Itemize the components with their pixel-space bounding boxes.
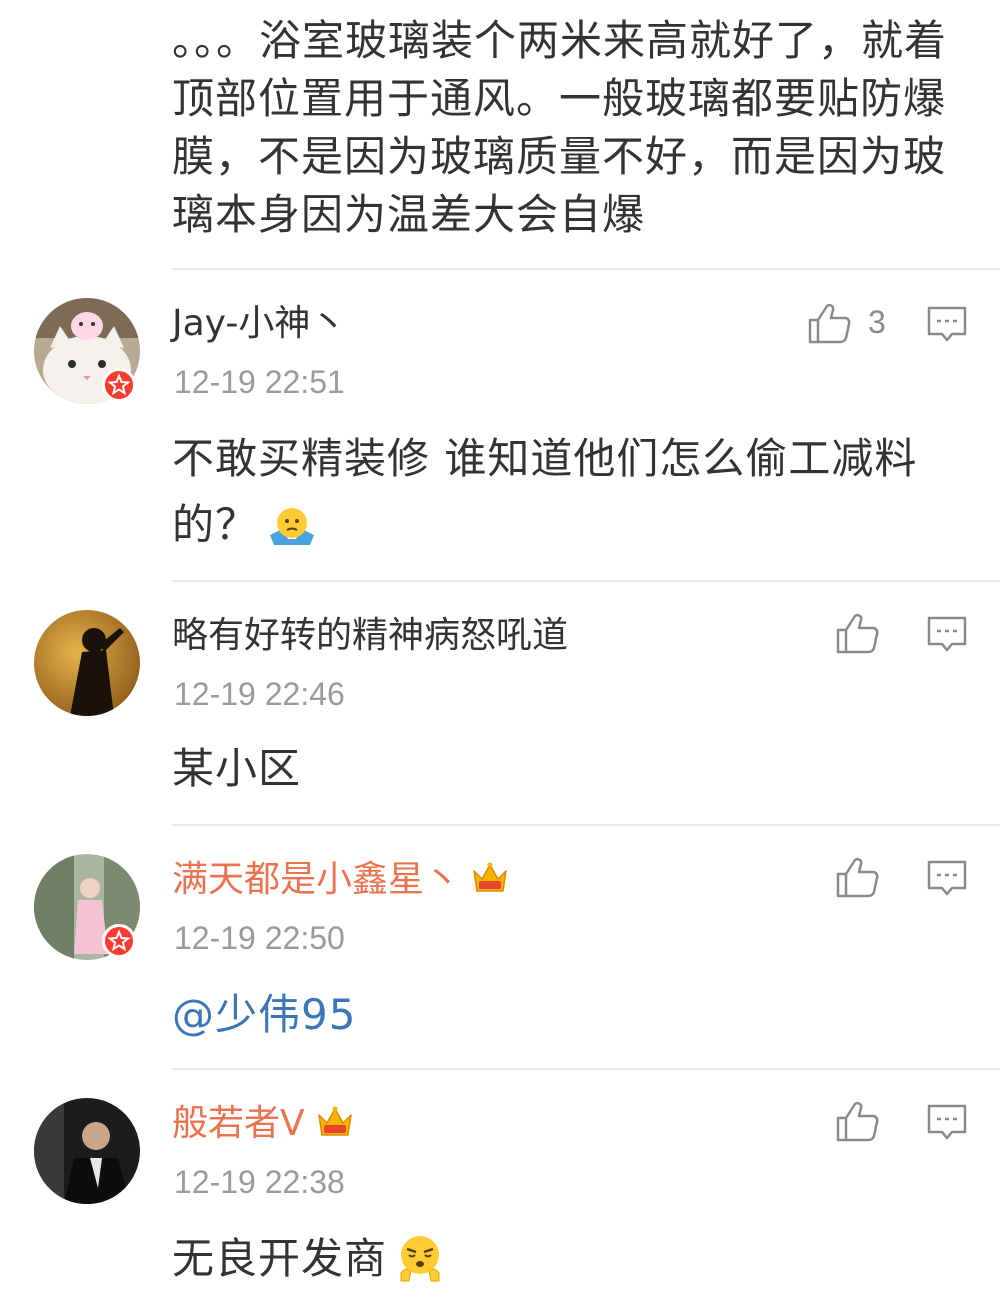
avatar[interactable] <box>34 610 140 716</box>
comment-username-text: 满天都是小鑫星丶 <box>172 859 461 900</box>
divider <box>172 1068 1000 1070</box>
comment-username[interactable]: 般若者V <box>172 1102 355 1152</box>
comment-text-content: 无良开发商 <box>172 1234 388 1283</box>
comment-text: 无良开发商 <box>172 1226 972 1302</box>
comment-text: 不敢买精装修 谁知道他们怎么偷工减料的？ <box>172 426 972 568</box>
comment-username[interactable]: Jay-小神丶 <box>172 302 346 346</box>
reply-comment-icon[interactable] <box>926 858 968 900</box>
verified-badge-icon <box>102 924 136 958</box>
divider <box>172 824 1000 826</box>
thumbs-up-icon[interactable] <box>806 300 852 346</box>
comment-time: 12-19 22:46 <box>174 676 345 712</box>
thumbs-up-icon[interactable] <box>834 610 880 656</box>
mention-link[interactable]: @少伟95 <box>172 982 972 1048</box>
thumbs-up-icon[interactable] <box>834 1098 880 1144</box>
crown-vip-icon <box>470 859 510 908</box>
thumbs-up-icon[interactable] <box>834 854 880 900</box>
reply-comment-icon[interactable] <box>926 1102 968 1144</box>
previous-comment-text: 。。。浴室玻璃装个两米来高就好了，就着顶部位置用于通风。一般玻璃都要贴防爆膜，不… <box>172 16 948 239</box>
avatar[interactable] <box>34 1098 140 1204</box>
angry-emoji-icon <box>395 1233 445 1302</box>
comment-time: 12-19 22:50 <box>174 920 345 956</box>
crown-vip-icon <box>315 1103 355 1152</box>
reply-comment-icon[interactable] <box>926 614 968 656</box>
verified-badge-icon <box>102 368 136 402</box>
comment-username-text: 般若者V <box>172 1103 305 1144</box>
shrug-emoji-icon <box>266 502 318 568</box>
comment-time: 12-19 22:38 <box>174 1164 345 1200</box>
divider <box>172 580 1000 582</box>
divider <box>172 268 1000 270</box>
reply-comment-icon[interactable] <box>926 304 968 346</box>
comment-username[interactable]: 略有好转的精神病怒吼道 <box>172 614 568 658</box>
comment-text: 某小区 <box>172 744 302 793</box>
like-count: 3 <box>868 304 886 340</box>
comment-time: 12-19 22:51 <box>174 364 345 400</box>
comment-username[interactable]: 满天都是小鑫星丶 <box>172 858 510 908</box>
